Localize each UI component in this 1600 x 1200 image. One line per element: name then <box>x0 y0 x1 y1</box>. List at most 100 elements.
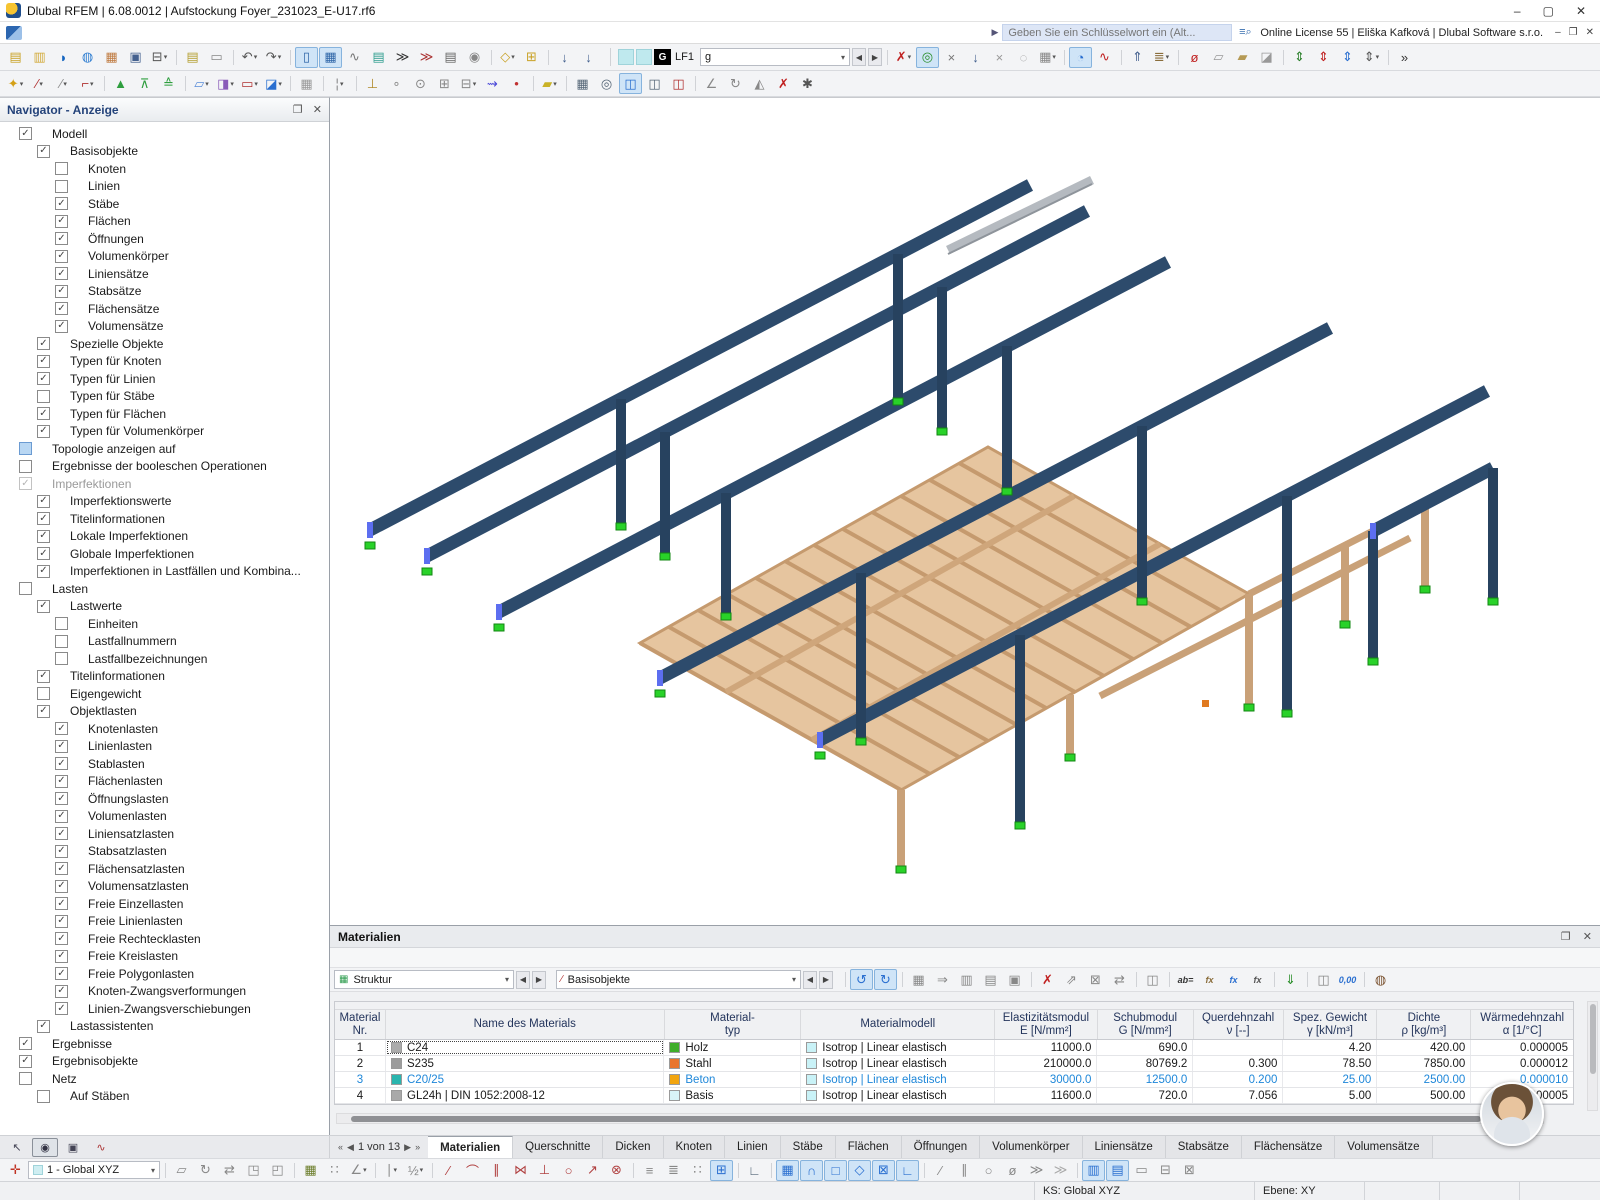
snap-tangent[interactable]: ○ <box>557 1160 580 1181</box>
tree-checkbox[interactable] <box>55 862 68 875</box>
redo[interactable]: ↷ <box>262 47 285 68</box>
tree-checkbox[interactable] <box>19 1072 32 1085</box>
tree-checkbox[interactable] <box>37 547 50 560</box>
structure-filter-combobox[interactable]: ▦ Struktur▾ <box>334 970 514 989</box>
snap-extension[interactable]: ↗ <box>581 1160 604 1181</box>
split-member[interactable]: ¦ <box>328 73 351 94</box>
snap-intersection[interactable]: ⋈ <box>509 1160 532 1181</box>
snap-perpendicular[interactable]: ⊥ <box>533 1160 556 1181</box>
formula-edit[interactable]: fx <box>1222 969 1245 990</box>
navigator-float-button[interactable]: ❐ <box>293 103 303 116</box>
export-excel[interactable]: ⇓ <box>1279 969 1302 990</box>
tree-item[interactable]: Knoten <box>0 160 329 178</box>
material-row[interactable]: 3 C20/25 Beton Isotrop | Linear elastisc… <box>335 1072 1573 1088</box>
column-header[interactable]: Material-typ <box>665 1010 802 1039</box>
tree-item[interactable]: Öffnungslasten <box>0 790 329 808</box>
data-navigator-tab[interactable]: ↖ <box>4 1138 30 1157</box>
tree-checkbox[interactable] <box>55 897 68 910</box>
menu-item[interactable] <box>108 23 128 43</box>
tool-settings[interactable]: ✱ <box>796 73 819 94</box>
result-values[interactable]: ∿ <box>1093 47 1116 68</box>
category-prev-button[interactable]: ◀ <box>803 971 817 989</box>
tree-checkbox[interactable] <box>37 372 50 385</box>
zoom-cancel[interactable]: ø <box>1183 47 1206 68</box>
copy-entity[interactable]: ▦ <box>295 73 318 94</box>
delete-row[interactable]: ✗ <box>1036 969 1059 990</box>
tree-item[interactable]: Flächensatzlasten <box>0 860 329 878</box>
tree-item[interactable]: Lastfallbezeichnungen <box>0 650 329 668</box>
export-data[interactable]: ⇑ <box>1126 47 1149 68</box>
close-button[interactable]: ✕ <box>1576 4 1586 18</box>
category-combobox[interactable]: ∕ Basisobjekte▾ <box>556 970 801 989</box>
tree-checkbox[interactable] <box>37 670 50 683</box>
pin-model[interactable]: ↓ <box>577 47 600 68</box>
menu-item[interactable] <box>68 23 88 43</box>
overflow[interactable]: » <box>1393 47 1416 68</box>
panel-menu-item[interactable] <box>366 956 384 960</box>
tree-checkbox[interactable] <box>55 792 68 805</box>
tree-checkbox[interactable] <box>55 722 68 735</box>
new-line[interactable]: ∕ <box>28 73 51 94</box>
tree-item[interactable]: Volumensatzlasten <box>0 878 329 896</box>
tree-checkbox[interactable] <box>37 512 50 525</box>
snap-cross[interactable]: ⊠ <box>872 1160 895 1181</box>
mdi-minimize-button[interactable]: – <box>1555 27 1561 38</box>
snap-ortho[interactable]: ∩ <box>800 1160 823 1181</box>
structure-next-button[interactable]: ▶ <box>532 971 546 989</box>
tree-checkbox[interactable] <box>55 162 68 175</box>
filter-columns[interactable]: ▥ <box>955 969 978 990</box>
prev-table-button[interactable]: ◀ <box>347 1142 354 1153</box>
scale-x[interactable]: ⇕ <box>1288 47 1311 68</box>
column-header[interactable]: MaterialNr. <box>335 1010 386 1039</box>
tree-item[interactable]: Flächensätze <box>0 300 329 318</box>
coordinate-system-combobox[interactable]: 1 - Global XYZ▾ <box>28 1161 160 1179</box>
select-window[interactable]: ▥ <box>1082 1160 1105 1181</box>
dlubal-home[interactable]: ◗ <box>52 47 75 68</box>
tree-item[interactable]: Imperfektionen in Lastfällen und Kombina… <box>0 563 329 581</box>
result-diagram[interactable]: ◔ <box>1069 47 1092 68</box>
tree-item[interactable]: Lasten <box>0 580 329 598</box>
tree-item[interactable]: Ergebnisse <box>0 1035 329 1053</box>
tree-item[interactable]: Imperfektionen <box>0 475 329 493</box>
abbreviate-names[interactable]: ab= <box>1174 969 1197 990</box>
tree-checkbox[interactable] <box>55 950 68 963</box>
panel-menu-item[interactable] <box>402 956 420 960</box>
calculator[interactable]: ≣ <box>1150 47 1173 68</box>
sheet-tab[interactable]: Knoten <box>664 1136 725 1158</box>
undo[interactable]: ↶ <box>238 47 261 68</box>
snap-midpoint[interactable]: ⌒ <box>461 1160 484 1181</box>
next-table-button[interactable]: ▶ <box>404 1142 411 1153</box>
row-visibility[interactable]: ▣ <box>1003 969 1026 990</box>
tree-checkbox[interactable] <box>55 635 68 648</box>
tree-checkbox[interactable] <box>55 250 68 263</box>
snap-center[interactable]: ◎ <box>595 73 618 94</box>
tree-checkbox[interactable] <box>37 495 50 508</box>
tree-checkbox[interactable] <box>37 600 50 613</box>
cut-row[interactable]: ⊠ <box>1084 969 1107 990</box>
tree-checkbox[interactable] <box>55 267 68 280</box>
new-section[interactable]: ◪ <box>262 73 285 94</box>
color-scale[interactable]: ▰ <box>538 73 561 94</box>
tree-item[interactable]: Basisobjekte <box>0 143 329 161</box>
filter-loads[interactable]: ✗ <box>892 47 915 68</box>
tree-item[interactable]: Typen für Volumenkörper <box>0 423 329 441</box>
menu-item[interactable] <box>148 23 168 43</box>
sync-table-selection[interactable]: ↻ <box>874 969 897 990</box>
tree-item[interactable]: Linienlasten <box>0 738 329 756</box>
measure-tool[interactable]: ⊟ <box>1154 1160 1177 1181</box>
numbering-a[interactable]: ≡ <box>638 1160 661 1181</box>
sheet-tab[interactable]: Volumensätze <box>1335 1136 1432 1158</box>
new-eccentricity[interactable]: ⊙ <box>409 73 432 94</box>
tree-checkbox[interactable] <box>55 757 68 770</box>
mirror-plane[interactable]: ◭ <box>748 73 771 94</box>
snap-mode[interactable]: ∠ <box>347 1160 370 1181</box>
tree-checkbox[interactable] <box>37 705 50 718</box>
tree-checkbox[interactable] <box>37 565 50 578</box>
search-options-icon[interactable]: ≡⌕ <box>1236 25 1254 41</box>
snap-parallel[interactable]: ∥ <box>485 1160 508 1181</box>
tree-item[interactable]: Freie Polygonlasten <box>0 965 329 983</box>
grid-show[interactable]: ▦ <box>299 1160 322 1181</box>
tree-checkbox[interactable] <box>19 442 32 455</box>
select-crossing[interactable]: ▤ <box>1106 1160 1129 1181</box>
snap-box[interactable]: □ <box>824 1160 847 1181</box>
